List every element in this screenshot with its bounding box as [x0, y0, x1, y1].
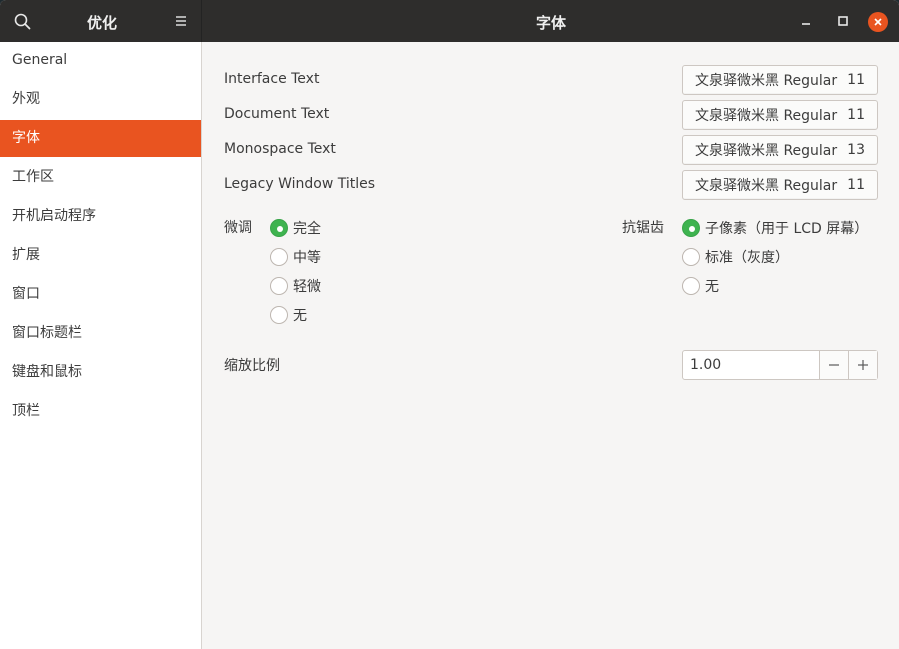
plus-icon[interactable]	[848, 351, 877, 379]
minus-icon[interactable]	[819, 351, 848, 379]
radio-checked-icon	[682, 219, 700, 237]
hinting-none-radio[interactable]: 无	[270, 305, 307, 325]
font-size: 11	[847, 177, 865, 193]
tweaks-window: 优化 字体 General 外观 字体 工作区 开机启动程序 扩展 窗口 窗口标…	[0, 0, 899, 649]
radio-label: 无	[705, 279, 719, 295]
sidebar-item-appearance[interactable]: 外观	[0, 81, 201, 118]
sidebar-header: 优化	[0, 0, 202, 42]
scaling-factor-spinbutton: 1.00	[682, 350, 878, 380]
maximize-icon[interactable]	[833, 11, 853, 31]
sidebar-item-startup-apps[interactable]: 开机启动程序	[0, 198, 201, 235]
search-icon[interactable]	[12, 11, 34, 33]
font-size: 11	[847, 107, 865, 123]
radio-unchecked-icon	[270, 306, 288, 324]
radio-label: 完全	[293, 221, 321, 237]
monospace-font-button[interactable]: 文泉驿微米黑 Regular 13	[682, 135, 878, 165]
sidebar-title: 优化	[86, 14, 117, 32]
interface-font-button[interactable]: 文泉驿微米黑 Regular 11	[682, 65, 878, 95]
hinting-full-radio[interactable]: 完全	[270, 218, 321, 238]
radio-label: 标准（灰度）	[705, 250, 789, 266]
interface-text-label: Interface Text	[224, 71, 320, 87]
font-name: 文泉驿微米黑 Regular	[695, 143, 838, 159]
hinting-slight-radio[interactable]: 轻微	[270, 276, 321, 296]
font-name: 文泉驿微米黑 Regular	[695, 108, 838, 124]
antialiasing-label: 抗锯齿	[622, 220, 664, 236]
main-panel: Interface Text 文泉驿微米黑 Regular 11 Documen…	[202, 42, 899, 649]
sidebar-item-top-bar[interactable]: 顶栏	[0, 393, 201, 430]
hamburger-menu-icon[interactable]	[171, 11, 191, 31]
radio-unchecked-icon	[270, 277, 288, 295]
hinting-medium-radio[interactable]: 中等	[270, 247, 321, 267]
sidebar-item-workspaces[interactable]: 工作区	[0, 159, 201, 196]
header-bar: 优化 字体	[0, 0, 899, 42]
radio-label: 中等	[293, 250, 321, 266]
minimize-icon[interactable]	[796, 11, 816, 31]
antialiasing-subpixel-radio[interactable]: 子像素（用于 LCD 屏幕）	[682, 218, 868, 238]
monospace-text-label: Monospace Text	[224, 141, 336, 157]
radio-unchecked-icon	[270, 248, 288, 266]
legacy-titles-font-button[interactable]: 文泉驿微米黑 Regular 11	[682, 170, 878, 200]
document-font-button[interactable]: 文泉驿微米黑 Regular 11	[682, 100, 878, 130]
radio-label: 无	[293, 308, 307, 324]
radio-unchecked-icon	[682, 248, 700, 266]
antialiasing-none-radio[interactable]: 无	[682, 276, 719, 296]
radio-checked-icon	[270, 219, 288, 237]
font-name: 文泉驿微米黑 Regular	[695, 178, 838, 194]
document-text-label: Document Text	[224, 106, 330, 122]
font-size: 11	[847, 72, 865, 88]
sidebar: General 外观 字体 工作区 开机启动程序 扩展 窗口 窗口标题栏 键盘和…	[0, 42, 202, 649]
sidebar-item-keyboard-mouse[interactable]: 键盘和鼠标	[0, 354, 201, 391]
close-icon[interactable]	[868, 12, 888, 32]
sidebar-item-extensions[interactable]: 扩展	[0, 237, 201, 274]
sidebar-item-general[interactable]: General	[0, 42, 201, 79]
radio-unchecked-icon	[682, 277, 700, 295]
sidebar-item-windows[interactable]: 窗口	[0, 276, 201, 313]
window-title: 字体	[535, 14, 566, 32]
hinting-label: 微调	[224, 220, 252, 236]
antialiasing-standard-radio[interactable]: 标准（灰度）	[682, 247, 789, 267]
scaling-factor-input[interactable]: 1.00	[683, 351, 819, 379]
legacy-window-titles-label: Legacy Window Titles	[224, 176, 376, 192]
font-name: 文泉驿微米黑 Regular	[695, 73, 838, 89]
sidebar-item-window-titlebars[interactable]: 窗口标题栏	[0, 315, 201, 352]
radio-label: 轻微	[293, 279, 321, 295]
sidebar-item-fonts[interactable]: 字体	[0, 120, 201, 157]
scaling-factor-label: 缩放比例	[224, 358, 280, 374]
font-size: 13	[847, 142, 865, 158]
radio-label: 子像素（用于 LCD 屏幕）	[705, 221, 869, 237]
